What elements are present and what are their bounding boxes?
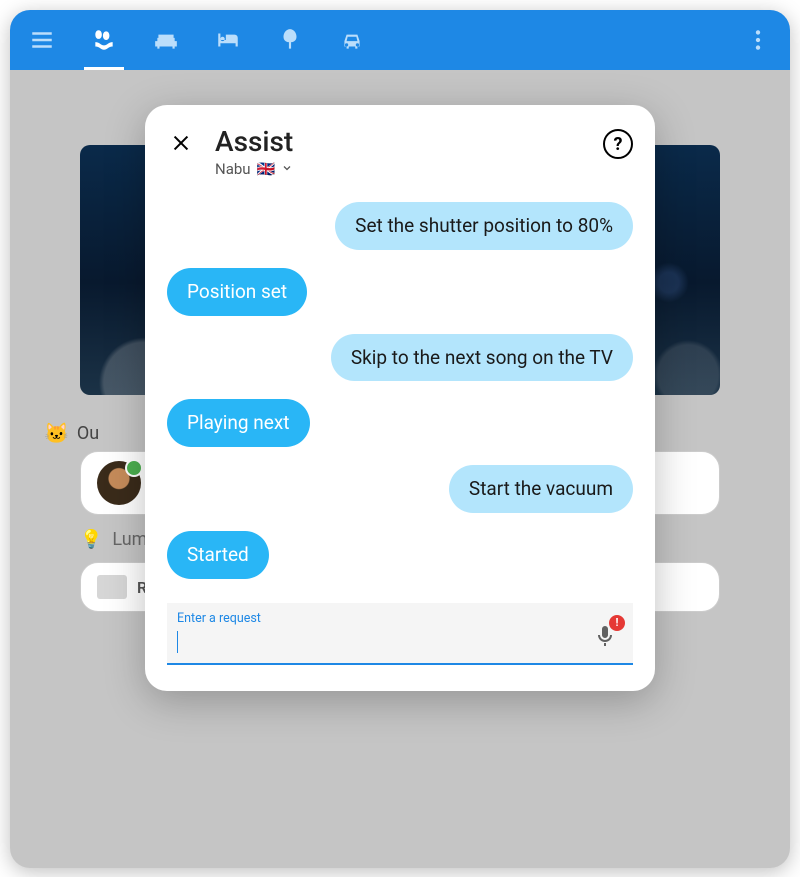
menu-icon[interactable] bbox=[20, 18, 64, 62]
tab-bedroom-bed-icon[interactable] bbox=[206, 18, 250, 62]
input-label: Enter a request bbox=[177, 611, 623, 626]
avatar bbox=[97, 461, 141, 505]
top-toolbar bbox=[10, 10, 790, 70]
dialog-title: Assist bbox=[215, 125, 583, 158]
chat-bubble-assistant: Started bbox=[167, 531, 269, 579]
request-input-container[interactable]: Enter a request ! bbox=[167, 603, 633, 665]
chat-bubble-assistant: Position set bbox=[167, 268, 307, 316]
chat-bubble-user: Start the vacuum bbox=[449, 465, 633, 513]
chat-bubble-assistant: Playing next bbox=[167, 399, 310, 447]
text-caret bbox=[177, 631, 178, 653]
close-icon[interactable] bbox=[167, 129, 195, 157]
chevron-down-icon bbox=[281, 160, 293, 178]
chat-bubble-user: Set the shutter position to 80% bbox=[335, 202, 633, 250]
room-icon bbox=[97, 575, 127, 599]
overflow-menu-icon[interactable] bbox=[736, 18, 780, 62]
chat-messages: Set the shutter position to 80% Position… bbox=[145, 188, 655, 589]
presence-heading-text: Ou bbox=[77, 423, 99, 444]
mic-alert-badge: ! bbox=[609, 615, 625, 631]
chat-bubble-user: Skip to the next song on the TV bbox=[331, 334, 633, 382]
flag-icon: 🇬🇧 bbox=[257, 160, 276, 178]
lightbulb-icon: 💡 bbox=[80, 529, 102, 550]
assist-dialog: Assist Nabu 🇬🇧 ? Set the shutter positio… bbox=[145, 105, 655, 691]
help-icon[interactable]: ? bbox=[603, 129, 633, 159]
app-window: 🐱 Ou 💡 Lumières Rez-de-Chaussée Chambre bbox=[10, 10, 790, 868]
cat-emoji-icon: 🐱 bbox=[44, 421, 69, 445]
tab-home-wave-icon[interactable] bbox=[82, 18, 126, 62]
tab-living-sofa-icon[interactable] bbox=[144, 18, 188, 62]
dialog-header: Assist Nabu 🇬🇧 ? bbox=[145, 105, 655, 188]
microphone-icon[interactable]: ! bbox=[593, 621, 617, 651]
assistant-selector[interactable]: Nabu 🇬🇧 bbox=[215, 160, 583, 178]
tab-car-icon[interactable] bbox=[330, 18, 374, 62]
assistant-name: Nabu bbox=[215, 160, 251, 178]
request-input[interactable] bbox=[177, 626, 623, 648]
tab-outdoor-tree-icon[interactable] bbox=[268, 18, 312, 62]
